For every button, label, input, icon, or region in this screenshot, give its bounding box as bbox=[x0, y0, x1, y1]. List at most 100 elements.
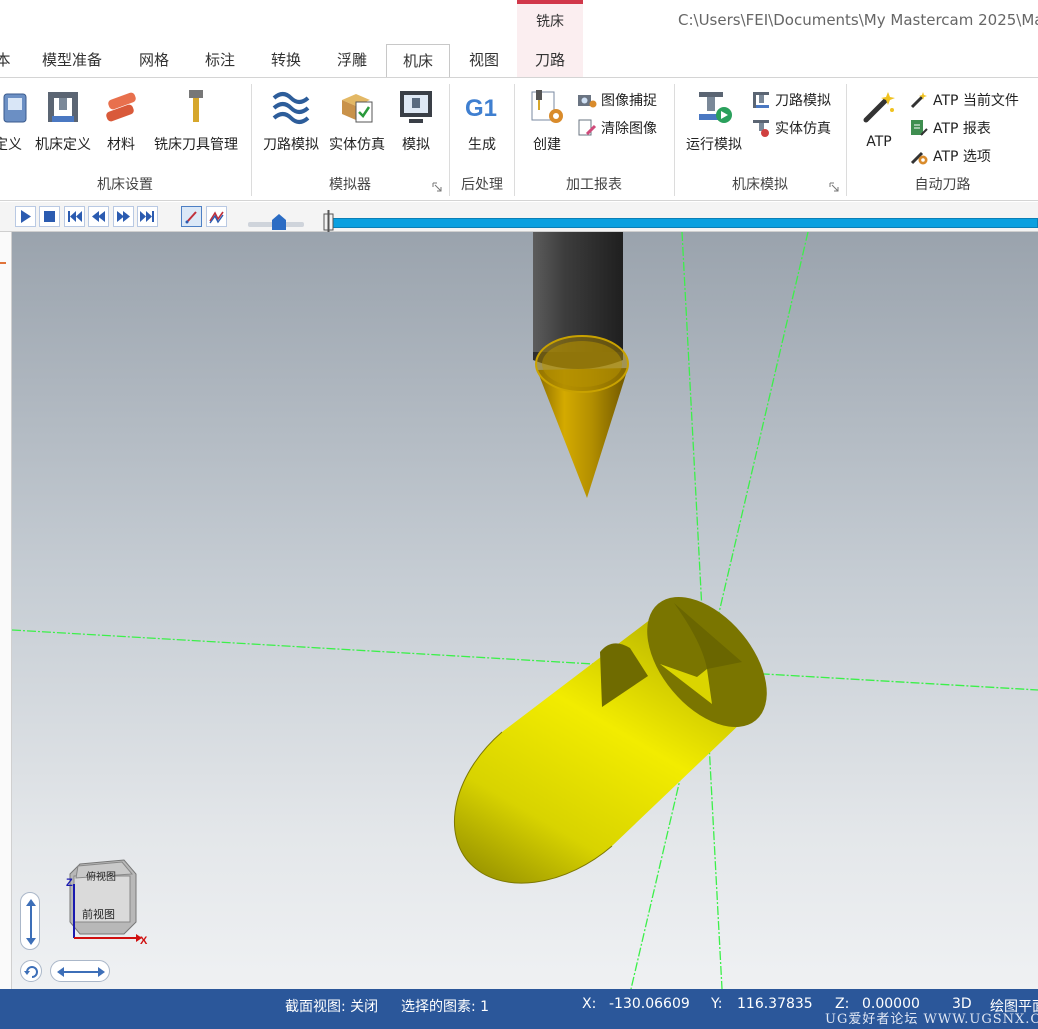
x-coord-value: -130.06609 bbox=[609, 996, 690, 1012]
rotate-icon bbox=[24, 966, 38, 978]
toolpath-toggle-icon bbox=[209, 211, 224, 224]
post-generate-button[interactable]: G1 生成 bbox=[454, 84, 510, 154]
group-title-machine-setup: 机床设置 bbox=[97, 177, 153, 193]
stock-icon bbox=[106, 92, 136, 122]
verify-button[interactable]: 实体仿真 bbox=[326, 84, 388, 154]
simulate-button[interactable]: 模拟 bbox=[390, 84, 442, 154]
control-definition-label: 定义 bbox=[0, 137, 22, 153]
tab-annotate[interactable]: 标注 bbox=[194, 42, 246, 78]
play-icon bbox=[21, 210, 31, 223]
skip-end-button[interactable] bbox=[137, 206, 158, 227]
tab-toolpaths[interactable]: 刀路 bbox=[517, 42, 583, 78]
control-definition-button[interactable]: 定义 bbox=[0, 84, 28, 154]
workpiece-cylinder[interactable] bbox=[453, 575, 790, 884]
tab-transform[interactable]: 转换 bbox=[260, 42, 312, 78]
tab-mesh[interactable]: 网格 bbox=[128, 42, 180, 78]
tool-toggle-icon bbox=[185, 211, 197, 224]
group-simulator: 刀路模拟 实体仿真 模拟 模拟器 bbox=[252, 78, 448, 200]
stock-label: 材料 bbox=[107, 137, 135, 153]
group-title-auto-toolpath: 自动刀路 bbox=[914, 177, 971, 193]
dialog-launcher-icon[interactable] bbox=[829, 182, 839, 192]
create-report-button[interactable]: 创建 bbox=[521, 84, 573, 154]
show-toolpath-toggle[interactable] bbox=[206, 206, 227, 227]
camera-icon bbox=[578, 95, 597, 108]
context-tab-group-label: 铣床 bbox=[517, 0, 583, 42]
stop-icon bbox=[44, 211, 55, 222]
atp-options-icon bbox=[910, 151, 928, 165]
mill-tool-manager-button[interactable]: 铣床刀具管理 bbox=[148, 84, 244, 154]
simulation-toolbar bbox=[0, 202, 1038, 232]
skip-end-icon bbox=[140, 211, 154, 222]
group-title-simulator: 模拟器 bbox=[329, 177, 371, 193]
dialog-launcher-icon[interactable] bbox=[432, 182, 442, 192]
backplot-label: 刀路模拟 bbox=[263, 137, 319, 153]
g1-icon: G1 bbox=[465, 95, 497, 122]
tab-view[interactable]: 视图 bbox=[458, 42, 510, 78]
pan-vertical-control[interactable] bbox=[20, 892, 40, 950]
image-capture-label: 图像捕捉 bbox=[601, 93, 657, 109]
run-simulation-icon bbox=[699, 92, 732, 123]
rotate-control[interactable] bbox=[20, 960, 42, 982]
viewcube-front-label[interactable]: 前视图 bbox=[82, 907, 115, 921]
3d-scene[interactable]: 俯视图 前视图 Z X bbox=[12, 232, 1038, 989]
title-bar: 铣床 C:\Users\FEI\Documents\My Mastercam 2… bbox=[0, 0, 1038, 42]
create-report-icon bbox=[531, 90, 563, 123]
simulate-label: 模拟 bbox=[402, 137, 430, 153]
file-path-title: C:\Users\FEI\Documents\My Mastercam 2025… bbox=[678, 11, 1038, 29]
verify-icon bbox=[342, 94, 373, 123]
group-post: G1 生成 后处理 bbox=[450, 78, 514, 200]
machine-definition-icon bbox=[48, 92, 78, 122]
tab-model-prep[interactable]: 模型准备 bbox=[30, 42, 114, 78]
mastercam-window: 铣床 C:\Users\FEI\Documents\My Mastercam 2… bbox=[0, 0, 1038, 1029]
rewind-start-button[interactable] bbox=[64, 206, 85, 227]
pan-horizontal-control[interactable] bbox=[50, 960, 110, 982]
speed-slider-thumb[interactable] bbox=[272, 214, 286, 230]
verify-label: 实体仿真 bbox=[329, 137, 385, 153]
atp-button[interactable]: ATP bbox=[853, 84, 905, 154]
show-tool-toggle[interactable] bbox=[181, 206, 202, 227]
step-forward-icon bbox=[117, 211, 130, 222]
clear-images-label: 清除图像 bbox=[601, 121, 657, 137]
skip-start-icon bbox=[68, 211, 82, 222]
play-button[interactable] bbox=[15, 206, 36, 227]
watermark-text: UG爱好者论坛 WWW.UGSNX.COM bbox=[825, 1012, 1038, 1027]
mill-tool-manager-label: 铣床刀具管理 bbox=[154, 137, 238, 153]
viewcube-top-label[interactable]: 俯视图 bbox=[86, 870, 116, 883]
tab-machine[interactable]: 机床 bbox=[386, 44, 450, 80]
group-report: 创建 图像捕捉 清除图像 加工报表 bbox=[515, 78, 673, 200]
machine-backplot-icon bbox=[753, 92, 769, 108]
selected-entities-status: 选择的图素: 1 bbox=[401, 999, 490, 1015]
clear-images-icon bbox=[578, 119, 597, 136]
machine-verify-label: 实体仿真 bbox=[775, 121, 831, 137]
section-view-status[interactable]: 截面视图: 关闭 bbox=[285, 996, 378, 1016]
cutting-tool[interactable] bbox=[533, 232, 629, 498]
stock-button[interactable]: 材料 bbox=[98, 84, 144, 154]
step-forward-button[interactable] bbox=[113, 206, 134, 227]
atp-current-file-label: ATP 当前文件 bbox=[933, 93, 1019, 109]
axis-z-label: Z bbox=[66, 877, 73, 889]
machine-definition-label: 机床定义 bbox=[35, 137, 91, 153]
backplot-button[interactable]: 刀路模拟 bbox=[258, 84, 324, 154]
group-machine-setup: 定义 机床定义 材料 铣床刀具管理 机床设置 bbox=[0, 78, 250, 200]
panel-marker bbox=[0, 262, 6, 264]
group-title-post: 后处理 bbox=[461, 177, 503, 193]
group-title-report: 加工报表 bbox=[566, 177, 622, 193]
tab-home[interactable]: 本 bbox=[0, 42, 14, 78]
playback-timeline[interactable] bbox=[330, 218, 1038, 228]
view-cube[interactable]: 俯视图 前视图 bbox=[69, 859, 137, 935]
graphics-viewport[interactable]: 俯视图 前视图 Z X bbox=[12, 232, 1038, 989]
y-coord-value: 116.37835 bbox=[737, 996, 813, 1012]
machine-definition-button[interactable]: 机床定义 bbox=[32, 84, 94, 154]
ribbon-tabs: 本 模型准备 网格 标注 转换 浮雕 机床 视图 刀路 bbox=[0, 42, 1038, 80]
left-panel-edge[interactable] bbox=[0, 232, 12, 989]
step-back-button[interactable] bbox=[88, 206, 109, 227]
stop-button[interactable] bbox=[39, 206, 60, 227]
svg-text:G1: G1 bbox=[465, 95, 497, 122]
timeline-position-marker[interactable] bbox=[323, 210, 334, 232]
tab-relief[interactable]: 浮雕 bbox=[326, 42, 378, 78]
atp-report-label: ATP 报表 bbox=[933, 121, 991, 137]
run-simulation-button[interactable]: 运行模拟 bbox=[679, 84, 749, 154]
machine-backplot-label: 刀路模拟 bbox=[775, 93, 831, 109]
y-coord-label: Y: bbox=[711, 996, 723, 1012]
magic-wand-icon bbox=[863, 92, 895, 123]
